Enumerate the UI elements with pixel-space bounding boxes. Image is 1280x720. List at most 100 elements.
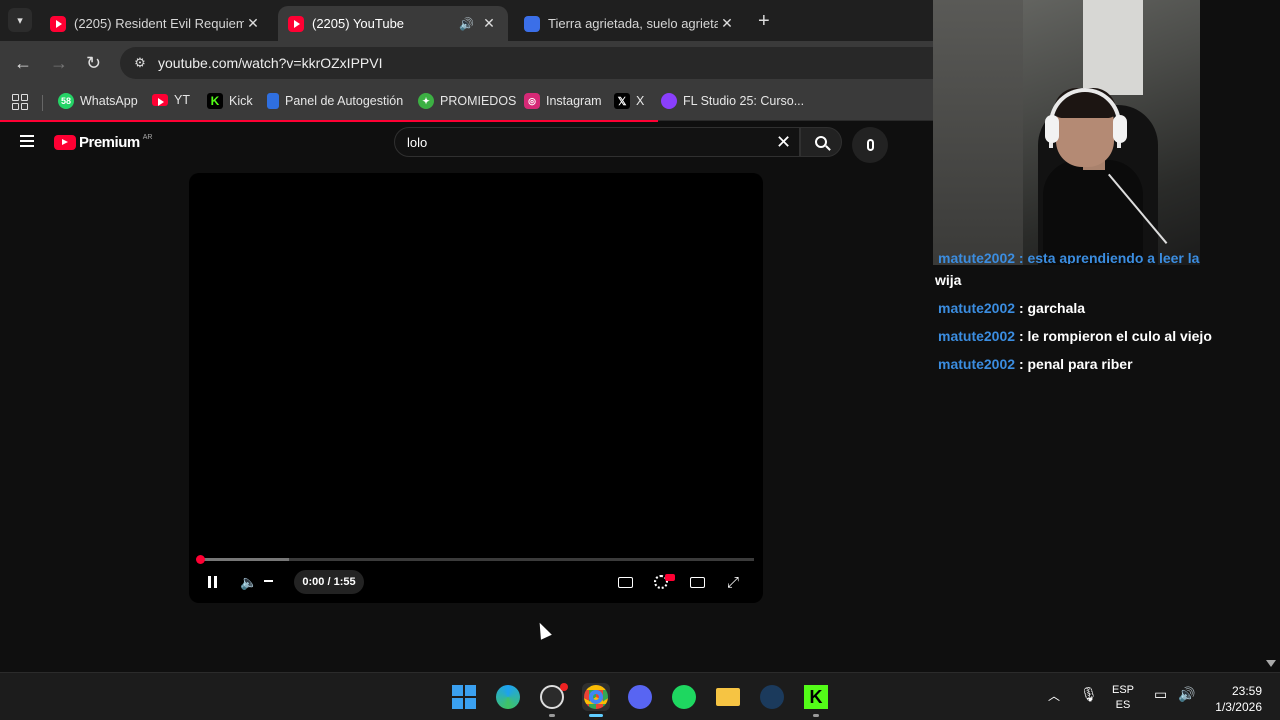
tab-tierra-agrietada[interactable]: Tierra agrietada, suelo agrietado ✕	[514, 6, 746, 41]
youtube-icon	[54, 135, 76, 150]
clock-time: 23:59	[1231, 684, 1262, 698]
webcam-overlay	[933, 0, 1200, 265]
chat-message: matute2002 : penal para riber	[935, 352, 1235, 376]
youtube-logo[interactable]: Premium AR	[54, 134, 152, 151]
tab-youtube[interactable]: (2205) YouTube 🔊 ✕	[278, 6, 508, 41]
bookmark-instagram[interactable]: ◎ Instagram	[524, 93, 602, 109]
microphone-tray[interactable]: 🎙	[1080, 686, 1098, 703]
url-text: youtube.com/watch?v=kkrOZxIPPVI	[158, 55, 383, 71]
close-icon[interactable]: ✕	[480, 15, 498, 32]
chevron-up-icon: ︿	[1048, 689, 1061, 703]
discord-icon	[628, 685, 652, 709]
apps-grid-icon[interactable]	[12, 94, 28, 110]
chat-username: matute2002	[938, 328, 1016, 344]
search-query: lolo	[407, 134, 428, 150]
address-bar[interactable]: ⚙ youtube.com/watch?v=kkrOZxIPPVI	[120, 47, 933, 79]
tab-title: (2205) YouTube	[312, 16, 405, 31]
chat-overlay: matute2002 : esta aprendiendo a leer la …	[935, 250, 1235, 380]
back-button[interactable]: ←	[14, 53, 32, 74]
video-player[interactable]	[189, 173, 763, 603]
time-text: 0:00 / 1:55	[302, 576, 356, 588]
new-tab-button[interactable]: +	[758, 10, 770, 33]
edge-icon	[496, 685, 520, 709]
bookmark-label: X	[636, 94, 645, 108]
chat-message: matute2002 : le rompieron el culo al vie…	[935, 324, 1235, 348]
chat-message: wija	[935, 268, 1235, 292]
scrubber-handle[interactable]	[196, 555, 205, 564]
pause-button[interactable]	[202, 573, 222, 591]
microphone-icon: 🎙	[1080, 686, 1098, 702]
search-button[interactable]	[800, 127, 842, 157]
speaker-icon[interactable]: 🔊	[459, 17, 474, 31]
bookmark-label: Kick	[229, 94, 253, 108]
language-switcher[interactable]: ESP ES	[1112, 683, 1134, 713]
subtitles-button[interactable]	[615, 573, 635, 591]
bookmark-fl-studio[interactable]: FL Studio 25: Curso...	[661, 93, 804, 109]
running-indicator	[549, 714, 555, 717]
forward-button[interactable]: →	[50, 53, 68, 74]
x-icon: 𝕏	[614, 93, 630, 109]
taskbar-chrome[interactable]	[582, 683, 610, 711]
theater-mode-button[interactable]	[687, 573, 707, 591]
clock[interactable]: 23:59 1/3/2026	[1206, 683, 1262, 715]
show-hidden-icons-button[interactable]: ︿	[1048, 687, 1060, 704]
bookmark-panel[interactable]: Panel de Autogestión	[267, 93, 403, 109]
tab-title: (2205) Resident Evil Requiem: C	[74, 16, 244, 31]
fullscreen-button[interactable]: ⤢	[723, 573, 743, 591]
volume-tray[interactable]: 🔊	[1178, 686, 1195, 703]
bookmark-x[interactable]: 𝕏 X	[614, 93, 644, 109]
bookmark-label: Instagram	[546, 94, 602, 108]
chat-text: wija	[935, 272, 962, 288]
instagram-icon: ◎	[524, 93, 540, 109]
scroll-down-icon[interactable]	[1266, 660, 1276, 667]
network-icon: ▭	[1154, 686, 1168, 702]
bookmark-yt[interactable]: YT	[152, 93, 190, 107]
close-icon: ✕	[776, 132, 792, 152]
bookmark-whatsapp[interactable]: 58 WhatsApp	[58, 93, 138, 109]
progress-buffered	[200, 558, 289, 561]
search-input[interactable]: lolo	[394, 127, 800, 157]
search-icon	[815, 136, 827, 148]
site-settings-icon[interactable]: ⚙	[130, 55, 150, 71]
document-icon	[524, 15, 540, 32]
active-indicator	[589, 714, 603, 717]
bookmark-promiedos[interactable]: ✦ PROMIEDOS	[418, 93, 516, 109]
clear-search-button[interactable]: ✕	[776, 132, 791, 153]
theater-icon	[689, 576, 705, 588]
webcam-wall	[933, 0, 1023, 265]
fullscreen-icon: ⤢	[726, 573, 739, 591]
volume-button[interactable]: 🔈	[239, 573, 259, 591]
bookmark-kick[interactable]: K Kick	[207, 93, 253, 109]
taskbar-spotify[interactable]	[670, 683, 698, 711]
chat-username: matute2002	[938, 356, 1016, 372]
taskbar-kick[interactable]: K	[802, 683, 830, 711]
chat-username: matute2002	[938, 300, 1016, 316]
menu-icon[interactable]	[20, 135, 34, 147]
youtube-icon	[288, 15, 304, 32]
bookmark-label: YT	[174, 93, 190, 107]
close-icon[interactable]: ✕	[718, 15, 736, 32]
reload-button[interactable]: ↻	[86, 53, 101, 74]
volume-slider[interactable]	[264, 580, 273, 582]
taskbar-file-explorer[interactable]	[714, 683, 742, 711]
taskbar-edge[interactable]	[494, 683, 522, 711]
folder-icon	[716, 688, 740, 706]
reload-icon: ↻	[86, 53, 102, 73]
overlay-background	[1200, 0, 1280, 265]
arrow-right-icon: →	[50, 53, 68, 73]
clock-date: 1/3/2026	[1215, 700, 1262, 714]
start-button[interactable]	[450, 683, 478, 711]
tab-resident-evil[interactable]: (2205) Resident Evil Requiem: C ✕	[40, 6, 272, 41]
taskbar-steam[interactable]	[758, 683, 786, 711]
close-icon[interactable]: ✕	[244, 15, 262, 32]
youtube-icon	[50, 15, 66, 32]
taskbar-discord[interactable]	[626, 683, 654, 711]
whatsapp-icon: 58	[58, 93, 74, 109]
mouse-cursor-icon	[534, 620, 552, 640]
tab-strip: ▾ (2205) Resident Evil Requiem: C ✕ (220…	[0, 0, 933, 41]
network-tray[interactable]: ▭	[1154, 686, 1167, 703]
tab-search-button[interactable]: ▾	[8, 8, 32, 32]
chat-message-partial: matute2002 : esta aprendiendo a leer la	[935, 246, 1235, 264]
taskbar: K ︿ 🎙 ESP ES ▭ 🔊 23:59 1/3/2026	[0, 672, 1280, 720]
voice-search-button[interactable]	[852, 127, 888, 163]
